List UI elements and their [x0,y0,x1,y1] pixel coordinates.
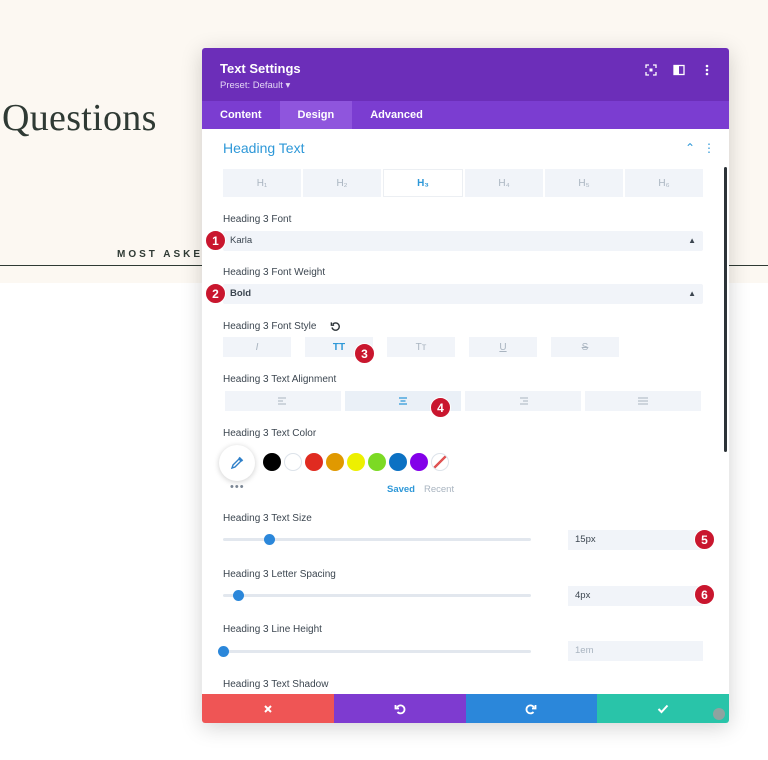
color-swatch[interactable] [284,453,302,471]
heading-tab-h4[interactable]: H₄ [465,169,543,197]
modal-header: Text Settings Preset: Default ▾ [202,48,729,101]
page-subheading: MOST ASKED [117,249,214,260]
strikethrough-label: S [581,341,589,353]
uppercase-label: TT [332,341,346,353]
heading-tab-h3[interactable]: H₃ [383,169,463,197]
undo-button[interactable] [333,694,466,723]
font-style-label: Heading 3 Font Style [223,321,317,332]
color-swatch[interactable] [389,453,407,471]
step-badge-4: 4 [430,397,451,418]
align-justify-icon [638,397,648,405]
color-swatch[interactable] [410,453,428,471]
check-icon [657,704,669,713]
line-height-handle[interactable] [218,646,229,657]
close-icon [264,704,272,713]
page-heading: Questions [2,97,157,139]
align-left-button[interactable] [225,391,341,411]
align-right-button[interactable] [465,391,581,411]
color-swatch[interactable] [368,453,386,471]
section-menu-icon[interactable]: ⋮ [703,141,715,155]
redo-icon [525,704,537,714]
heading-tab-h1[interactable]: H₁ [223,169,301,197]
strikethrough-button[interactable]: S [551,337,619,357]
font-weight-select[interactable]: Bold ▲︎ [223,284,703,304]
text-shadow-label: Heading 3 Text Shadow [223,679,329,690]
underline-label: U [499,341,507,353]
line-height-slider[interactable] [218,646,531,657]
tab-content[interactable]: Content [202,101,280,129]
step-badge-3: 3 [354,343,375,364]
font-weight-value: Bold [230,288,252,299]
step-badge-2: 2 [205,283,226,304]
cancel-button[interactable] [202,694,334,723]
color-picker-button[interactable] [219,445,255,481]
text-size-handle[interactable] [264,534,276,545]
color-swatch[interactable] [305,453,323,471]
split-view-icon[interactable] [671,62,687,78]
undo-icon [394,704,406,714]
align-center-icon [399,397,407,405]
text-size-input[interactable]: 15px [568,530,703,550]
align-right-icon [520,397,528,405]
tab-advanced[interactable]: Advanced [352,101,441,129]
heading-tab-h5[interactable]: H₅ [545,169,623,197]
tab-design[interactable]: Design [279,101,353,129]
recent-colors-tab[interactable]: Recent [424,484,454,495]
modal-title: Text Settings [220,61,301,76]
resize-handle-icon[interactable] [713,708,725,720]
settings-body: Heading Text ⌃ ⋮ H₁ H₂ H₃ H₄ H₅ H₆ Headi… [202,129,729,694]
more-colors-icon[interactable]: ••• [230,481,245,493]
letter-spacing-slider[interactable] [223,590,531,601]
expand-icon[interactable] [643,62,659,78]
align-justify-button[interactable] [585,391,701,411]
select-arrows-icon: ▲︎ [688,289,696,298]
text-size-label: Heading 3 Text Size [223,513,312,524]
letter-spacing-input[interactable]: 4px [568,586,703,606]
font-select[interactable]: Karla ▲︎ [223,231,703,251]
preset-selector[interactable]: Preset: Default ▾ [220,80,290,91]
no-color-swatch-icon[interactable] [431,453,449,471]
text-alignment-label: Heading 3 Text Alignment [223,374,337,385]
letter-spacing-handle[interactable] [233,590,245,601]
text-color-label: Heading 3 Text Color [223,428,317,439]
color-swatches [263,453,449,471]
reset-icon[interactable] [330,319,341,337]
color-swatch[interactable] [347,453,365,471]
redo-button[interactable] [465,694,598,723]
heading-tab-h2[interactable]: H₂ [303,169,381,197]
align-left-icon [278,397,286,405]
step-badge-6: 6 [694,584,715,605]
color-swatch[interactable] [263,453,281,471]
modal-footer [202,694,729,723]
capitalize-button[interactable]: Tт [387,337,455,357]
heading-tab-h6[interactable]: H₆ [625,169,703,197]
save-button[interactable] [597,694,729,723]
line-height-label: Heading 3 Line Height [223,624,322,635]
collapse-chevron-icon[interactable]: ⌃ [685,141,695,155]
font-label: Heading 3 Font [223,214,292,225]
capitalize-label: Tт [415,341,427,353]
step-badge-1: 1 [205,230,226,251]
letter-spacing-label: Heading 3 Letter Spacing [223,569,336,580]
scrollbar[interactable] [724,167,727,452]
heading-level-tabs: H₁ H₂ H₃ H₄ H₅ H₆ [223,169,703,197]
saved-colors-tab[interactable]: Saved [387,484,415,495]
font-weight-label: Heading 3 Font Weight [223,267,326,278]
eyedropper-icon [230,456,244,470]
underline-button[interactable]: U [469,337,537,357]
italic-button[interactable]: I [223,337,291,357]
italic-label: I [255,341,259,353]
text-settings-modal: Text Settings Preset: Default ▾ Content … [202,48,729,723]
font-value: Karla [230,235,253,246]
line-height-input[interactable]: 1em [568,641,703,661]
alignment-buttons [225,391,701,411]
font-style-buttons: I TT Tт U S [223,337,619,357]
text-size-slider[interactable] [223,534,531,545]
step-badge-5: 5 [694,529,715,550]
section-title[interactable]: Heading Text [223,140,304,156]
select-arrows-icon: ▲︎ [688,236,696,245]
color-swatch[interactable] [326,453,344,471]
modal-tabs: Content Design Advanced [202,101,729,129]
more-options-icon[interactable] [699,62,715,78]
